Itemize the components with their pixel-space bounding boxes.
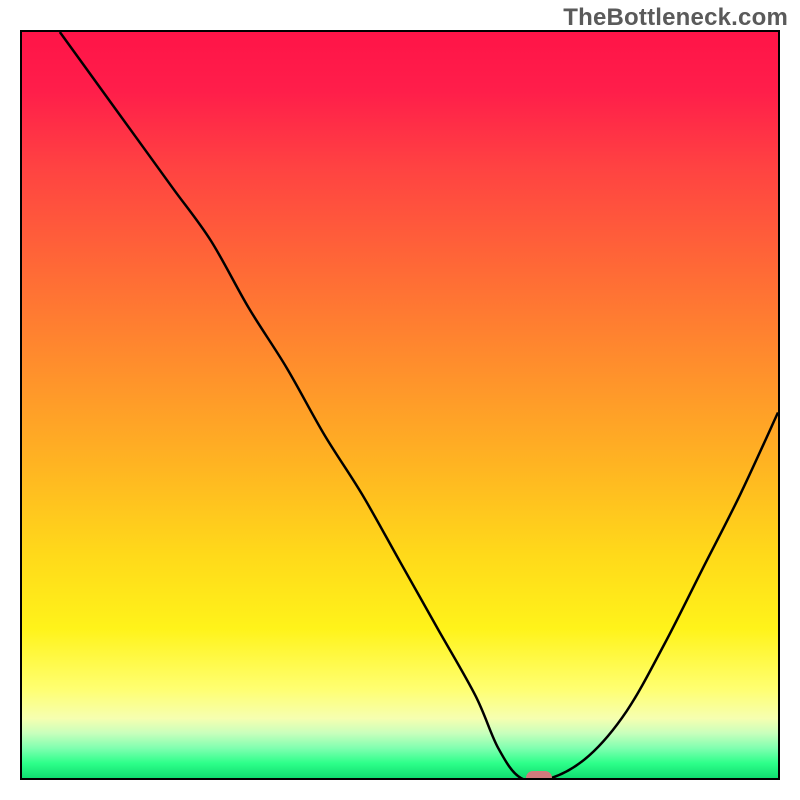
chart-container: TheBottleneck.com [0, 0, 800, 800]
optimal-marker [526, 771, 552, 780]
plot-area [20, 30, 780, 780]
watermark-text: TheBottleneck.com [563, 4, 788, 32]
bottleneck-curve [22, 32, 778, 778]
